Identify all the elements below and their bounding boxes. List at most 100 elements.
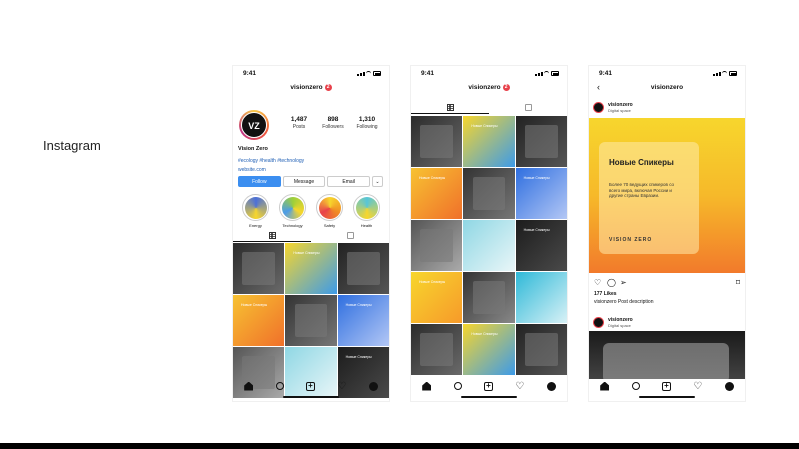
grid-post-tile[interactable]: Новые Спикеры <box>515 168 567 219</box>
grid-post-tile[interactable]: Новые Спикеры <box>233 295 285 346</box>
second-post-header: visionzero Digital space <box>593 316 741 330</box>
bookmark-icon[interactable]: ⌑ <box>736 278 740 287</box>
grid-post-tile[interactable] <box>411 116 463 167</box>
share-icon[interactable]: ➢ <box>620 278 627 287</box>
glass-card <box>472 177 506 210</box>
status-bar: 9:41 <box>589 66 745 82</box>
grid-post-tile[interactable]: Новые Спикеры <box>337 295 389 346</box>
grid-post-tile[interactable] <box>411 220 463 271</box>
profile-icon[interactable] <box>724 381 734 391</box>
grid-post-tile[interactable]: Новые Спикеры <box>411 168 463 219</box>
grid-post-tile[interactable]: Новые Спикеры <box>515 220 567 271</box>
status-time: 9:41 <box>599 70 613 77</box>
home-icon[interactable] <box>244 381 254 391</box>
tab-grid[interactable] <box>233 230 311 242</box>
add-post-icon[interactable] <box>483 381 493 391</box>
post-image-description: Более 70 ведущих спикеров со всего мира,… <box>609 182 675 198</box>
likes-count[interactable]: 177 Likes <box>594 291 617 297</box>
home-indicator <box>639 396 695 398</box>
highlight-energy[interactable]: Energy <box>241 194 271 228</box>
grid-post-tile[interactable] <box>285 295 337 346</box>
tab-tagged[interactable] <box>489 102 567 114</box>
stat-following[interactable]: 1,310 Following <box>351 116 383 130</box>
status-time: 9:41 <box>243 70 257 77</box>
stat-label: Posts <box>292 124 306 130</box>
story-highlights: Energy Technology Safety Health <box>237 194 385 228</box>
stat-label: Followers <box>322 124 344 130</box>
search-icon[interactable] <box>453 382 462 390</box>
search-icon[interactable] <box>631 382 640 390</box>
profile-icon[interactable] <box>368 381 378 391</box>
heart-icon[interactable]: ♡ <box>337 381 346 391</box>
grid-post-tile[interactable] <box>463 220 515 271</box>
post-image[interactable]: Новые Спикеры Более 70 ведущих спикеров … <box>589 118 745 273</box>
grid-post-tile[interactable]: Новые Спикеры <box>463 116 515 167</box>
grid-post-tile[interactable] <box>463 272 515 323</box>
notification-badge[interactable]: 2 <box>324 84 332 91</box>
second-post-image[interactable] <box>589 331 745 383</box>
profile-phone: 9:41 visionzero 2 VZ 1,487 Posts 898 Follow… <box>233 66 389 401</box>
tile-caption: Новые Спикеры <box>471 332 498 336</box>
email-button[interactable]: Email <box>327 176 371 187</box>
profile-tabs <box>411 102 567 114</box>
highlight-safety[interactable]: Safety <box>315 194 345 228</box>
stat-posts[interactable]: 1,487 Posts <box>283 116 315 130</box>
post-header: visionzero Digital space <box>593 101 741 115</box>
tab-tagged[interactable] <box>311 230 389 242</box>
highlight-label: Safety <box>323 223 336 228</box>
home-icon[interactable] <box>422 381 432 391</box>
glass-card <box>420 229 454 262</box>
profile-website-link[interactable]: website.com <box>238 167 266 173</box>
glass-card <box>472 281 506 314</box>
glass-card <box>420 333 454 366</box>
stat-followers[interactable]: 898 Followers <box>317 116 349 130</box>
grid-post-tile[interactable] <box>463 168 515 219</box>
author-avatar[interactable] <box>593 102 604 113</box>
author-avatar[interactable] <box>593 317 604 328</box>
post-location: Digital space <box>608 108 631 113</box>
username-text: visionzero <box>468 84 501 92</box>
profile-icon[interactable] <box>546 381 556 391</box>
add-post-icon[interactable] <box>661 381 671 391</box>
grid-post-tile[interactable] <box>515 324 567 375</box>
stat-label: Following <box>356 124 378 130</box>
comment-icon[interactable]: ◯ <box>607 278 616 287</box>
grid-post-tile[interactable]: Новые Спикеры <box>463 324 515 375</box>
status-bar: 9:41 <box>233 66 389 82</box>
tagged-icon <box>346 232 354 239</box>
glass-card <box>346 252 380 285</box>
grid-post-tile[interactable]: Новые Спикеры <box>285 243 337 294</box>
highlight-label: Energy <box>249 223 262 228</box>
grid-post-tile[interactable]: Новые Спикеры <box>411 272 463 323</box>
grid-post-tile[interactable] <box>337 243 389 294</box>
heart-icon[interactable]: ♡ <box>515 381 524 391</box>
profile-stats: 1,487 Posts 898 Followers 1,310 Following <box>283 116 383 130</box>
add-post-icon[interactable] <box>305 381 315 391</box>
search-icon[interactable] <box>275 382 284 390</box>
message-button[interactable]: Message <box>282 176 326 187</box>
profile-hashtags[interactable]: #ecology #health #technology <box>238 158 304 164</box>
feed-grid: Новые Спикеры Новые Спикеры Новые Спикеры Н… <box>411 116 567 375</box>
home-icon[interactable] <box>600 381 610 391</box>
grid-post-tile[interactable] <box>233 243 285 294</box>
grid-icon <box>268 232 276 239</box>
tile-caption: Новые Спикеры <box>293 251 320 255</box>
grid-post-tile[interactable] <box>411 324 463 375</box>
highlight-technology[interactable]: Technology <box>278 194 308 228</box>
follow-button[interactable]: Follow <box>238 176 281 187</box>
grid-post-tile[interactable] <box>515 272 567 323</box>
more-dropdown-button[interactable]: ⌄ <box>372 176 384 187</box>
signal-icon <box>535 71 559 76</box>
like-icon[interactable]: ♡ <box>594 278 601 287</box>
grid-post-tile[interactable] <box>515 116 567 167</box>
heart-icon[interactable]: ♡ <box>693 381 702 391</box>
highlight-health[interactable]: Health <box>352 194 382 228</box>
tab-grid[interactable] <box>411 102 489 114</box>
bottom-tab-bar: ♡ <box>411 379 567 393</box>
profile-display-name: Vision Zero <box>238 146 268 152</box>
profile-grid: Новые Спикеры Новые Спикеры Новые Спикеры Н… <box>233 243 389 398</box>
signal-icon <box>357 71 381 76</box>
glass-card <box>420 125 454 158</box>
notification-badge[interactable]: 2 <box>502 84 510 91</box>
profile-avatar[interactable]: VZ <box>239 110 269 140</box>
